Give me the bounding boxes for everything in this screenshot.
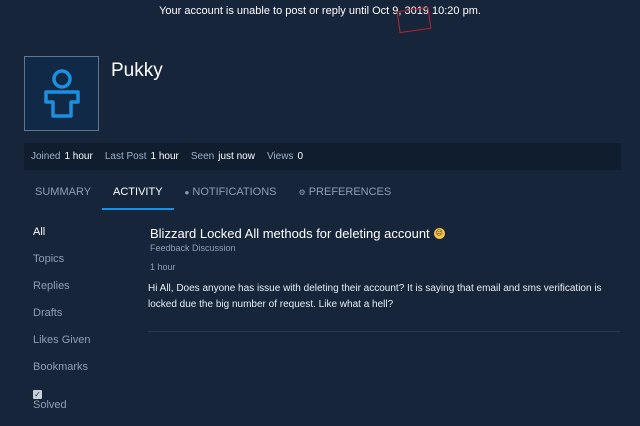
post-time: 1 hour [150, 262, 176, 272]
sad-face-icon: ☹ [433, 228, 445, 239]
avatar [24, 56, 99, 131]
stat-value-views: 0 [297, 151, 303, 162]
checkbox-icon: ✓ [33, 389, 42, 399]
stat-value-seen: just now [218, 151, 255, 162]
user-silhouette-icon [43, 68, 80, 118]
post-title[interactable]: Blizzard Locked All methods for deleting… [150, 226, 620, 241]
tab-label: ACTIVITY [113, 186, 163, 198]
sidebar-item-label: Solved [33, 399, 67, 411]
tab-activity[interactable]: ACTIVITY [102, 186, 174, 210]
tab-label: NOTIFICATIONS [192, 186, 277, 198]
sidebar-item-replies[interactable]: Replies [33, 280, 90, 307]
tab-summary[interactable]: SUMMARY [24, 186, 102, 208]
sidebar-item-drafts[interactable]: Drafts [33, 307, 90, 334]
tab-label: PREFERENCES [308, 186, 392, 198]
gear-icon: ⚙ [298, 188, 306, 197]
stat-label-joined: Joined [31, 151, 61, 162]
profile-stats-bar: Joined 1 hour Last Post 1 hour Seen just… [24, 143, 621, 170]
sidebar-item-all[interactable]: All [33, 226, 90, 253]
profile-tabs: SUMMARY ACTIVITY ● NOTIFICATIONS ⚙ PREFE… [24, 186, 402, 210]
speech-bubble-icon: ● [184, 188, 190, 197]
sidebar-item-likes-given[interactable]: Likes Given [33, 334, 90, 361]
username: Pukky [111, 60, 163, 81]
banner-text: Your account is unable to post or reply … [159, 5, 481, 17]
sidebar-item-bookmarks[interactable]: Bookmarks [33, 361, 90, 388]
stat-value-last-post: 1 hour [150, 151, 179, 162]
posting-restriction-banner: Your account is unable to post or reply … [0, 5, 640, 34]
annotation-mark [396, 6, 432, 34]
activity-filter-sidebar: All Topics Replies Drafts Likes Given Bo… [33, 226, 90, 417]
tab-notifications[interactable]: ● NOTIFICATIONS [174, 186, 288, 208]
post-title-text: Blizzard Locked All methods for deleting… [150, 226, 430, 241]
activity-post: Blizzard Locked All methods for deleting… [148, 226, 620, 332]
post-category[interactable]: Feedback Discussion [150, 243, 620, 253]
stat-label-views: Views [266, 151, 294, 162]
post-body: Hi All, Does anyone has issue with delet… [148, 283, 602, 310]
divider [148, 331, 620, 332]
stat-value-joined: 1 hour [64, 151, 93, 162]
sidebar-item-solved[interactable]: ✓ Solved [33, 388, 90, 417]
sidebar-item-topics[interactable]: Topics [33, 253, 90, 280]
stat-label-seen: Seen [190, 151, 215, 162]
stat-label-last-post: Last Post [104, 151, 147, 162]
tab-label: SUMMARY [35, 186, 92, 198]
tab-preferences[interactable]: ⚙ PREFERENCES [288, 186, 403, 208]
